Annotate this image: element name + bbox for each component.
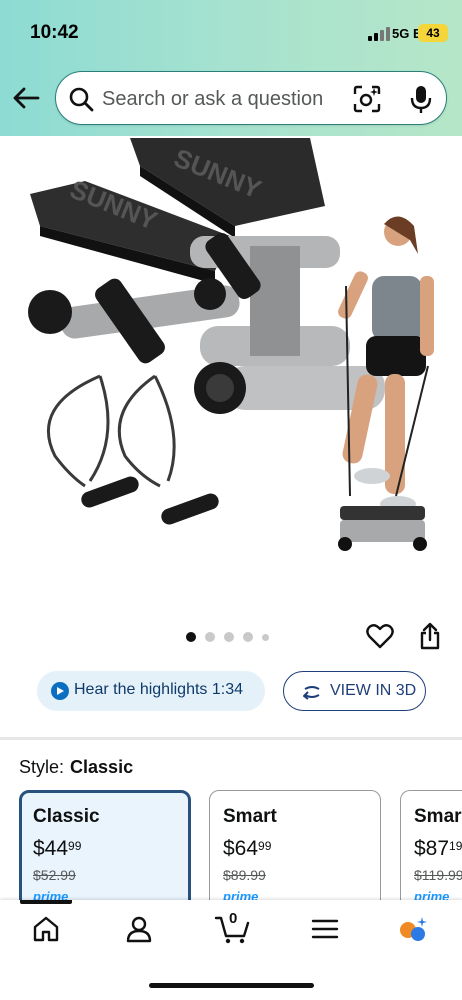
account-icon[interactable] [124, 914, 154, 944]
battery-icon: 43 [418, 24, 448, 42]
hear-highlights-button[interactable]: Hear the highlights 1:34 [37, 671, 265, 711]
style-option-list-price: $52.99 [33, 867, 76, 883]
share-icon[interactable] [419, 622, 441, 650]
status-bar: 10:42 5G E 43 [0, 0, 462, 64]
status-time: 10:42 [30, 22, 79, 43]
search-icon [69, 87, 94, 112]
style-selector-label: Style: Classic [19, 757, 133, 778]
bottom-tab-bar: 0 [0, 900, 462, 1000]
view-in-3d-label: VIEW IN 3D [330, 682, 417, 699]
carousel-dot[interactable] [224, 632, 234, 642]
cart-count-badge: 0 [229, 910, 238, 927]
style-option-price: $4499 [33, 837, 82, 860]
back-arrow-icon[interactable] [10, 84, 42, 112]
carousel-dot[interactable] [262, 633, 269, 641]
rufus-assistant-icon[interactable] [398, 914, 428, 944]
home-icon[interactable] [31, 914, 61, 944]
style-option-list-price: $119.99 [414, 867, 462, 883]
style-option-name: Classic [33, 806, 100, 827]
search-input[interactable] [102, 82, 342, 116]
style-option-price: $8719 [414, 837, 462, 860]
search-bar[interactable] [55, 71, 447, 125]
resistance-bands-graphic [46, 374, 219, 525]
carousel-dot[interactable] [186, 632, 196, 642]
camera-lens-icon[interactable] [352, 84, 382, 114]
microphone-icon[interactable] [409, 84, 433, 114]
style-selected-value: Classic [70, 757, 134, 777]
active-tab-indicator [20, 900, 72, 904]
home-indicator [149, 983, 314, 988]
style-option-price: $6499 [223, 837, 272, 860]
carousel-dot[interactable] [205, 632, 215, 642]
style-option-name: Smar [414, 806, 462, 827]
product-image[interactable]: SUNNY SUNNY [0, 136, 462, 606]
stepper-machine-graphic: SUNNY SUNNY [28, 138, 385, 414]
hear-highlights-label: Hear the highlights 1:34 [74, 681, 243, 698]
audio-play-icon [51, 682, 69, 700]
section-divider [0, 737, 462, 740]
image-carousel-indicator[interactable] [186, 631, 269, 643]
style-option-list-price: $89.99 [223, 867, 266, 883]
search-row [0, 66, 462, 128]
style-label: Style: [19, 757, 65, 777]
heart-icon[interactable] [366, 623, 394, 649]
carousel-dot[interactable] [243, 632, 253, 642]
view-in-3d-button[interactable]: VIEW IN 3D [283, 671, 426, 711]
style-option-name: Smart [223, 806, 277, 827]
menu-icon[interactable] [310, 914, 340, 944]
signal-icon [368, 27, 390, 41]
rotate-3d-icon [303, 686, 320, 700]
